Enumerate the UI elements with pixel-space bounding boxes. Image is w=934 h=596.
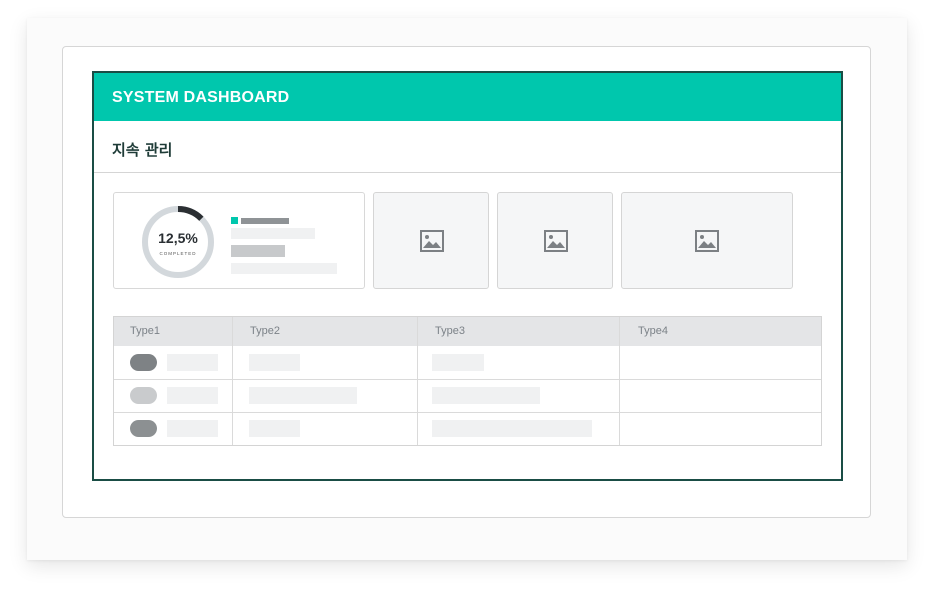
- image-placeholder-card[interactable]: [621, 192, 793, 289]
- column-header-type2[interactable]: Type2: [250, 325, 280, 337]
- column-divider: [619, 317, 620, 445]
- cell-placeholder: [432, 420, 592, 437]
- completion-stat-card[interactable]: 12,5% COMPLETED: [113, 192, 365, 289]
- column-divider: [417, 317, 418, 445]
- status-pill[interactable]: [130, 420, 157, 437]
- cell-placeholder: [249, 420, 300, 437]
- status-pill[interactable]: [130, 387, 157, 404]
- text-placeholder: [231, 228, 315, 239]
- row-divider: [114, 412, 821, 413]
- cell-placeholder: [432, 354, 484, 371]
- image-placeholder-card[interactable]: [373, 192, 489, 289]
- cell-placeholder: [249, 354, 300, 371]
- image-icon: [695, 230, 719, 252]
- cell-placeholder: [167, 420, 218, 437]
- status-pill[interactable]: [130, 354, 157, 371]
- column-header-type4[interactable]: Type4: [638, 325, 668, 337]
- cell-placeholder: [167, 354, 218, 371]
- image-icon: [544, 230, 568, 252]
- image-placeholder-card[interactable]: [497, 192, 613, 289]
- dashboard-header: SYSTEM DASHBOARD: [94, 73, 841, 121]
- value-placeholder: [231, 245, 285, 257]
- dashboard-title: SYSTEM DASHBOARD: [112, 89, 290, 106]
- cell-placeholder: [432, 387, 540, 404]
- column-header-type1[interactable]: Type1: [130, 325, 160, 337]
- cell-placeholder: [167, 387, 218, 404]
- table-header: Type1 Type2 Type3 Type4: [114, 317, 821, 346]
- column-header-type3[interactable]: Type3: [435, 325, 465, 337]
- row-divider: [114, 379, 821, 380]
- completion-caption: COMPLETED: [159, 251, 197, 256]
- text-placeholder: [231, 263, 337, 274]
- legend-label-placeholder: [241, 218, 289, 224]
- header-divider: [94, 172, 841, 173]
- data-table: Type1 Type2 Type3 Type4: [113, 316, 822, 446]
- column-divider: [232, 317, 233, 445]
- page-title: 지속 관리: [112, 141, 173, 159]
- dashboard-window: SYSTEM DASHBOARD 지속 관리 12,5% COMPLETED T…: [92, 71, 843, 481]
- image-icon: [420, 230, 444, 252]
- completion-value: 12,5%: [158, 230, 198, 246]
- legend-swatch: [231, 217, 238, 224]
- cell-placeholder: [249, 387, 357, 404]
